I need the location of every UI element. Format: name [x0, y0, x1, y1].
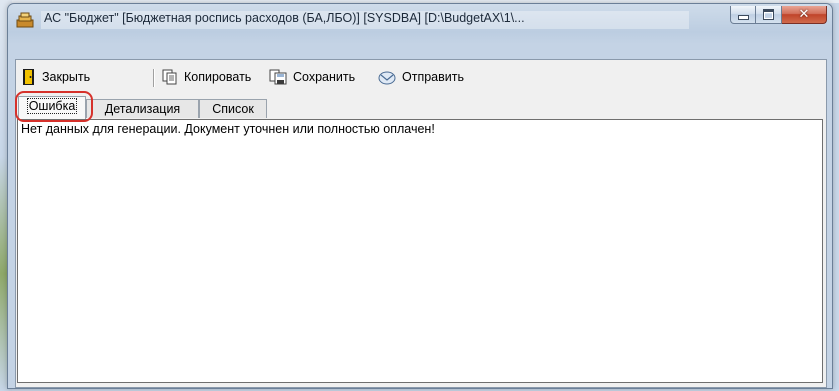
window-title: АС "Бюджет" [Бюджетная роспись расходов … — [41, 11, 689, 29]
close-button[interactable]: Закрыть — [22, 67, 90, 87]
exit-door-icon — [23, 69, 34, 85]
message-panel[interactable]: Нет данных для генерации. Документ уточн… — [17, 119, 823, 383]
copy-icon — [162, 69, 177, 85]
budget-app-icon — [16, 12, 34, 28]
close-icon: ✕ — [798, 6, 810, 22]
save-button[interactable]: Сохранить — [269, 67, 355, 87]
close-button-label: Закрыть — [42, 70, 91, 84]
tab-details-label: Детализация — [104, 102, 181, 116]
client-area: Закрыть Копировать Сохранить Отправить О… — [15, 59, 827, 388]
tab-list[interactable]: Список — [199, 99, 267, 118]
send-button-label: Отправить — [402, 70, 464, 84]
caption-buttons: ✕ — [730, 6, 827, 26]
send-button[interactable]: Отправить — [378, 67, 464, 87]
app-window: АС "Бюджет" [Бюджетная роспись расходов … — [7, 3, 833, 389]
error-message: Нет данных для генерации. Документ уточн… — [21, 122, 435, 136]
tab-list-label: Список — [212, 102, 254, 116]
maximize-button[interactable] — [756, 6, 782, 24]
toolbar-separator — [153, 69, 154, 87]
save-button-label: Сохранить — [293, 70, 356, 84]
maximize-icon — [763, 9, 774, 20]
save-icon — [269, 69, 287, 85]
toolbar: Закрыть Копировать Сохранить Отправить — [16, 63, 826, 91]
copy-button-label: Копировать — [184, 70, 252, 84]
title-bar[interactable]: АС "Бюджет" [Бюджетная роспись расходов … — [8, 4, 832, 35]
close-window-button[interactable]: ✕ — [782, 6, 827, 24]
highlight-annotation — [15, 91, 93, 122]
minimize-icon — [737, 15, 749, 20]
tab-details[interactable]: Детализация — [86, 99, 199, 118]
minimize-button[interactable] — [730, 6, 756, 24]
copy-button[interactable]: Копировать — [162, 67, 251, 87]
envelope-icon — [378, 71, 396, 85]
